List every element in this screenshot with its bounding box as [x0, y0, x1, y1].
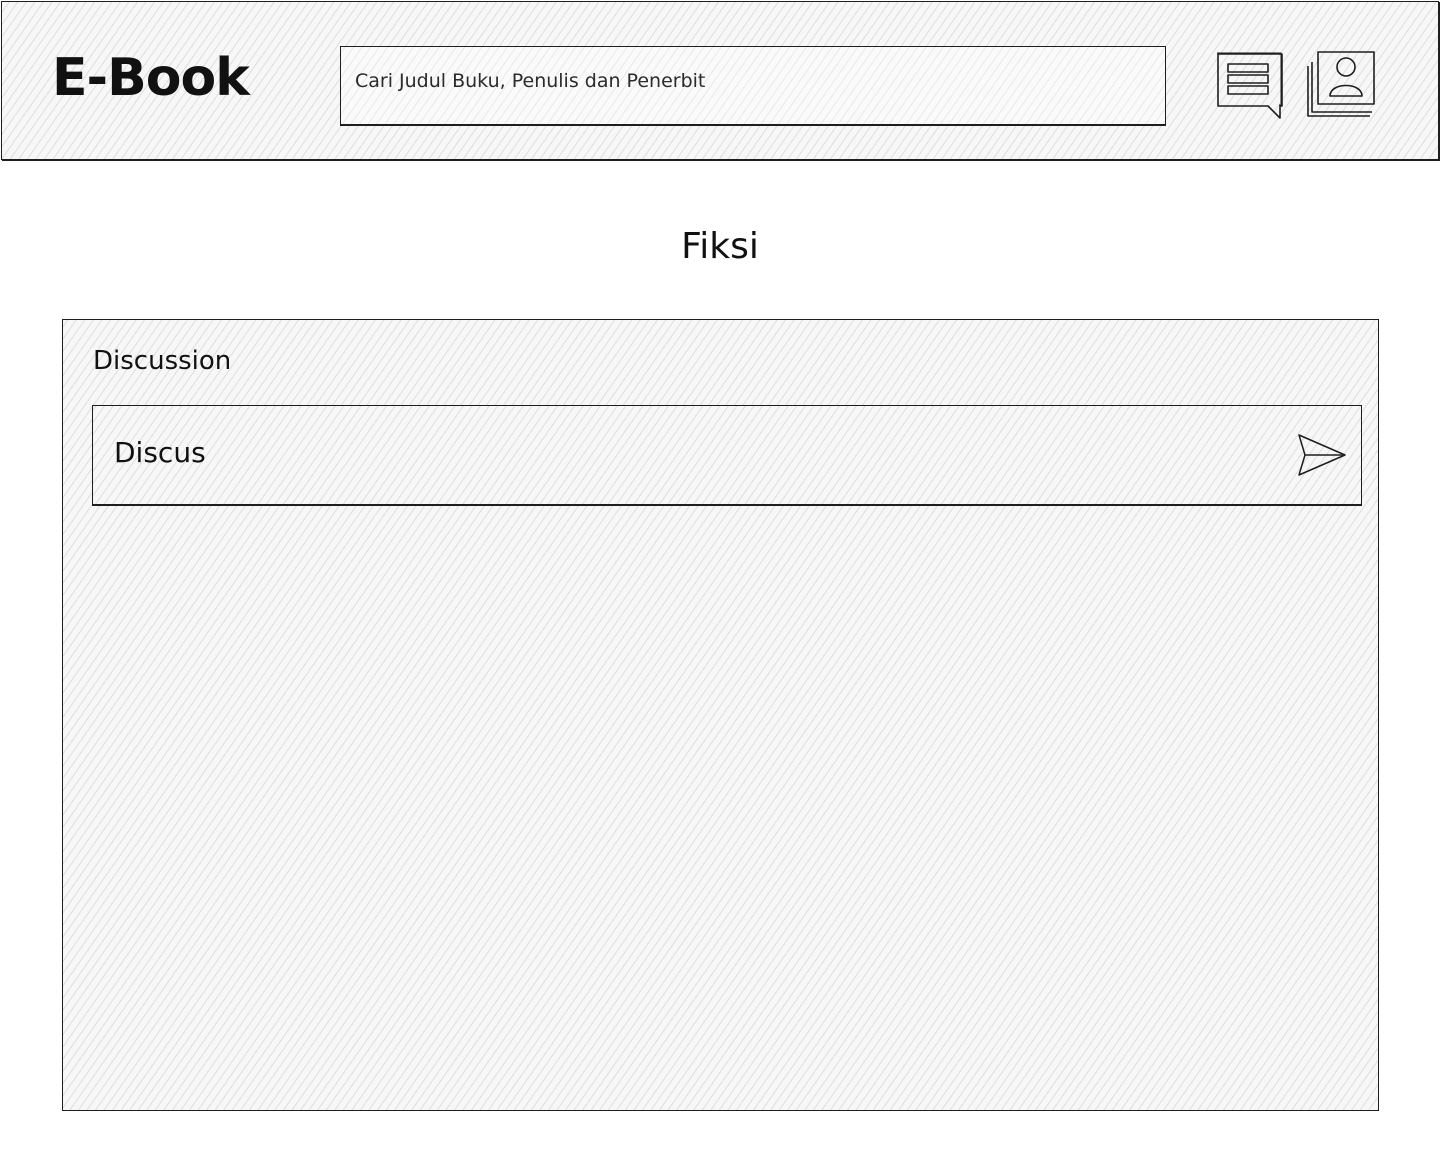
app-logo[interactable]: E-Book [52, 48, 250, 108]
search-placeholder: Cari Judul Buku, Penulis dan Penerbit [355, 69, 706, 92]
discussion-input[interactable]: Discus [92, 405, 1362, 505]
search-input[interactable]: Cari Judul Buku, Penulis dan Penerbit [340, 46, 1166, 125]
discussion-input-text: Discus [114, 436, 206, 469]
send-icon[interactable] [1295, 433, 1349, 479]
user-profile-icon[interactable] [1306, 50, 1376, 120]
discussion-heading: Discussion [93, 346, 232, 376]
discussion-panel: Discussion Discus [62, 319, 1379, 1111]
chat-bubble-icon[interactable] [1214, 50, 1284, 120]
top-header: E-Book Cari Judul Buku, Penulis dan Pene… [1, 1, 1439, 160]
page-title: Fiksi [681, 226, 759, 267]
